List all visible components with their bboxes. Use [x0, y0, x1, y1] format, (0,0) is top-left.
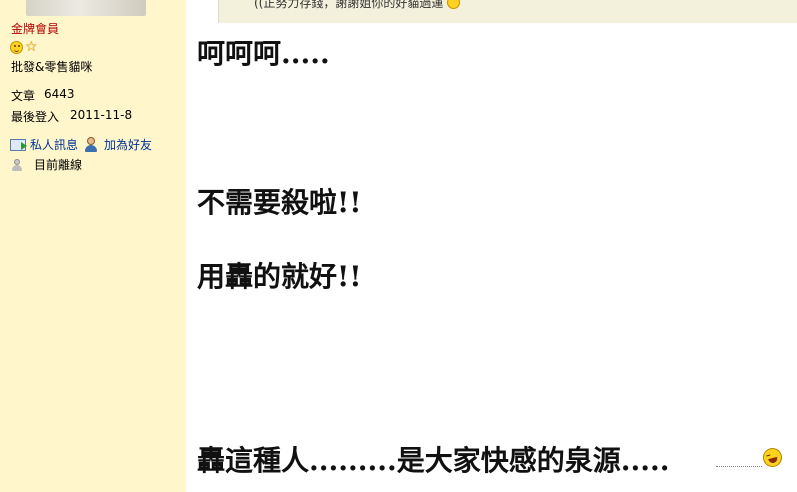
last-login-row: 最後登入 2011-11-8: [11, 108, 132, 125]
avatar[interactable]: [26, 0, 146, 16]
laughing-emoji-icon: [760, 445, 785, 470]
user-actions: 私人訊息 加為好友: [10, 136, 158, 153]
user-rank: 金牌會員: [11, 22, 60, 36]
post-line-4: 轟這種人.........是大家快感的泉源.....: [197, 444, 670, 477]
dotted-separator: [716, 466, 762, 467]
post-line-3: 用轟的就好!!: [197, 260, 362, 293]
add-friend-link[interactable]: 加為好友: [104, 136, 152, 153]
add-friend-icon[interactable]: [84, 137, 100, 152]
user-sidebar: 金牌會員 ☆ 批發&零售貓咪 文章 6443 最後登入 2011-11-8 私人…: [0, 0, 186, 492]
smiley-icon: [10, 40, 23, 54]
offline-user-icon: [10, 158, 26, 172]
quote-text: ((正努力存錢，謝謝姐你的好貓過運: [254, 0, 444, 10]
online-status-label: 目前離線: [34, 158, 83, 172]
rank-badges: ☆: [10, 39, 38, 55]
post-count-value: 6443: [44, 87, 75, 101]
post-count-row: 文章 6443: [11, 87, 75, 104]
private-message-link[interactable]: 私人訊息: [30, 136, 78, 153]
quote-content: ((正努力存錢，謝謝姐你的好貓過運: [254, 0, 461, 11]
send-message-icon[interactable]: [10, 138, 27, 151]
post-line-2: 不需要殺啦!!: [197, 186, 362, 219]
last-login-value: 2011-11-8: [70, 108, 133, 122]
smiley-icon: [447, 0, 461, 9]
online-status: 目前離線: [10, 156, 82, 173]
post-count-label: 文章: [11, 89, 36, 103]
star-icon: ☆: [25, 39, 38, 55]
last-login-label: 最後登入: [11, 110, 60, 124]
post-line-1: 呵呵呵.....: [197, 37, 330, 70]
user-custom-title: 批發&零售貓咪: [11, 60, 93, 74]
